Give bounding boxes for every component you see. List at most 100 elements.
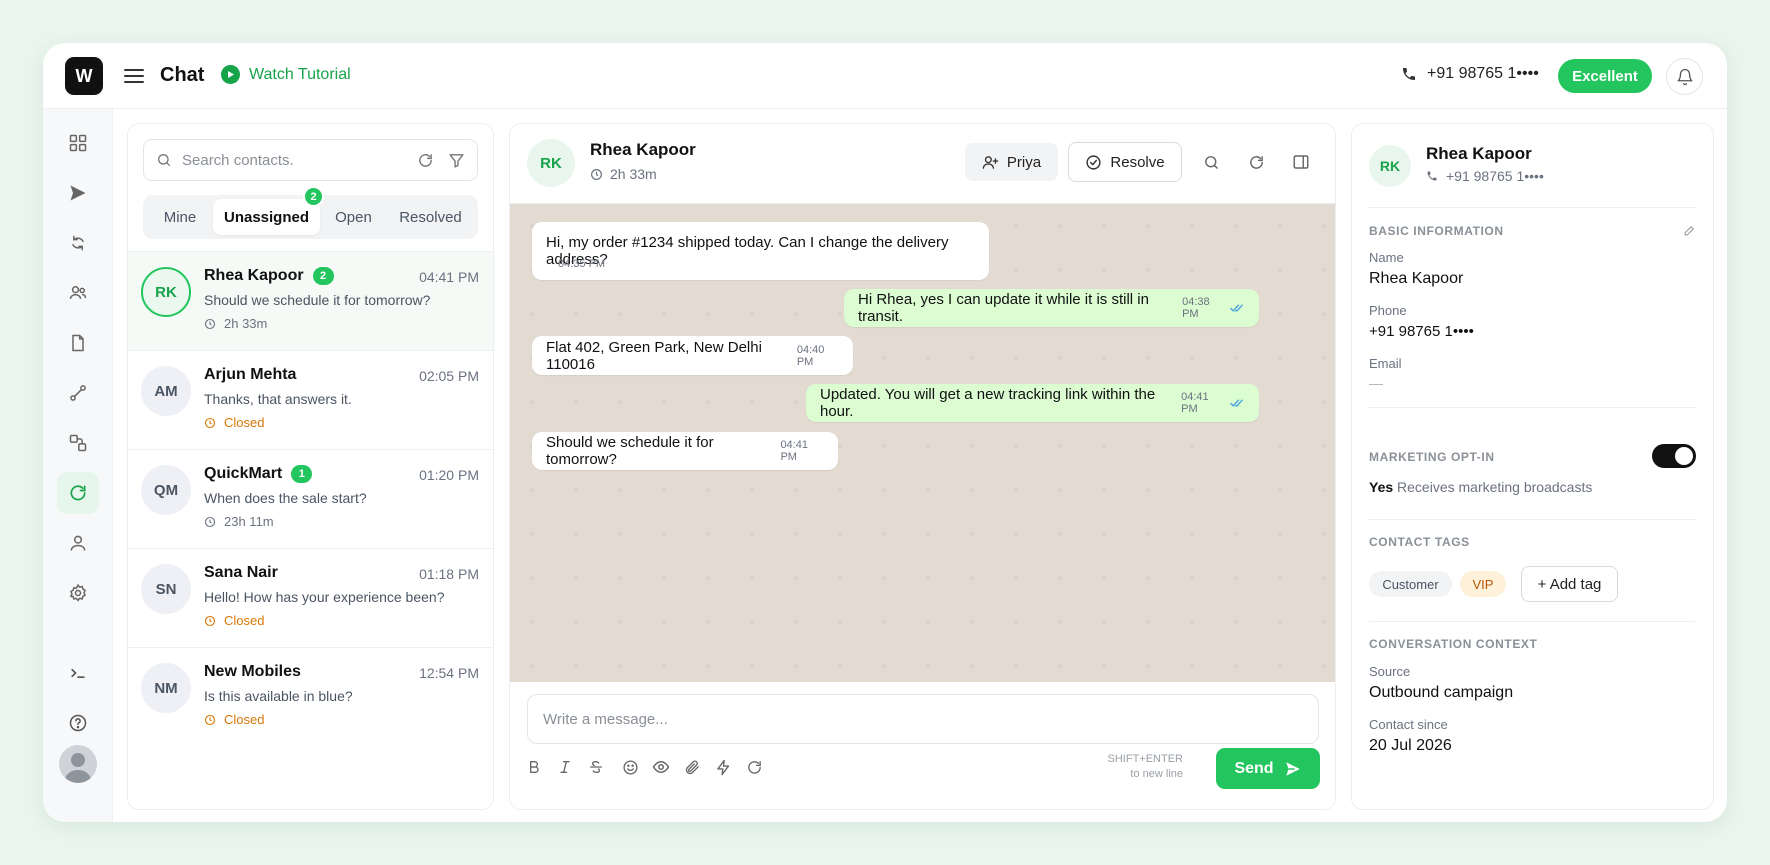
rail-terminal[interactable] [57,652,99,694]
incoming-message: Hi, my order #1234 shipped today. Can I … [532,222,989,280]
message-thread: Hi, my order #1234 shipped today. Can I … [510,204,1335,682]
rail-profile[interactable] [57,522,99,564]
conversation-item[interactable]: RK Rhea Kapoor 2 04:41 PM Should we sched… [128,251,493,350]
chat-refresh-icon[interactable] [1245,151,1267,173]
gear-icon [68,583,88,603]
clock-icon [204,615,216,627]
rail-automation[interactable] [57,222,99,264]
notifications-button[interactable] [1666,58,1703,95]
rail-integrations[interactable] [57,422,99,464]
rail-broadcast[interactable] [57,172,99,214]
contact-name-text: Sana Nair [204,564,278,581]
grid-icon [68,133,88,153]
chat-duration: 2h 33m [590,166,657,182]
emoji-icon[interactable] [619,756,641,778]
refresh-icon[interactable] [417,152,434,169]
send-icon [1284,760,1302,778]
sidebar-toggle-icon[interactable] [1290,151,1312,173]
conversation-item[interactable]: AM Arjun Mehta 02:05 PM Thanks, that ans… [128,350,493,449]
divider [1369,407,1695,408]
clock-icon [204,714,216,726]
message-preview: Should we schedule it for tomorrow? [204,292,431,308]
user-plus-icon [982,154,999,171]
message-text: Flat 402, Green Park, New Delhi 110016 [546,338,762,373]
refresh-chat-icon [68,483,88,503]
contact-name-text: QuickMart [204,465,283,482]
info-contact-name: Rhea Kapoor [1426,144,1532,163]
terminal-icon [68,663,88,683]
wait-duration: 2h 33m [224,316,268,331]
lightning-icon[interactable] [712,756,734,778]
send-button[interactable]: Send [1216,748,1320,789]
tab-mine[interactable]: Mine [147,199,213,235]
message-text: Updated. You will get a new tracking lin… [820,386,1156,420]
chat-search-icon[interactable] [1200,151,1222,173]
unread-badge: 1 [291,465,313,483]
conversation-item[interactable]: NM New Mobiles 12:54 PM Is this availabl… [128,647,493,746]
contact-since-value: 20 Jul 2026 [1369,737,1452,754]
search-box [143,139,478,181]
edit-pencil-icon[interactable] [1683,224,1696,237]
tab-resolved[interactable]: Resolved [387,199,474,235]
message-input[interactable] [527,694,1319,744]
eye-icon[interactable] [650,756,672,778]
conversation-meta: 23h 11m [204,514,274,529]
chat-contact-avatar: RK [527,139,575,187]
contact-tags-title: CONTACT TAGS [1369,535,1470,549]
phone-icon [1401,66,1417,82]
contact-name: Rhea Kapoor 2 [204,267,334,285]
conversation-time: 01:20 PM [419,467,479,483]
business-phone: +91 98765 1•••• [1401,65,1539,83]
message-time: 04:41 PM [1181,391,1209,415]
add-tag-button[interactable]: + Add tag [1521,566,1618,602]
attachment-icon[interactable] [681,756,703,778]
user-icon [68,533,88,553]
rail-chat[interactable] [57,472,99,514]
marketing-optin-toggle[interactable] [1652,444,1696,468]
resolve-button[interactable]: Resolve [1068,142,1182,182]
contact-avatar: SN [141,564,191,614]
tab-open[interactable]: Open [320,199,387,235]
rail-flows[interactable] [57,372,99,414]
message-text: Hi Rhea, yes I can update it while it is… [858,291,1149,325]
rail-help[interactable] [57,702,99,744]
hamburger-menu-icon[interactable] [121,63,147,89]
filter-icon[interactable] [448,152,465,169]
tag-vip[interactable]: VIP [1460,571,1506,597]
search-input[interactable] [182,151,417,169]
business-phone-number: +91 98765 1•••• [1427,65,1539,82]
italic-icon[interactable] [554,756,576,778]
sync-icon [68,233,88,253]
conversation-item[interactable]: QM QuickMart 1 01:20 PM When does the sal… [128,449,493,548]
read-receipt-icon [1230,303,1245,313]
refresh-icon[interactable] [743,756,765,778]
conversation-tabs: Mine Unassigned 2 Open Resolved [143,186,478,239]
tab-unassigned[interactable]: Unassigned 2 [213,186,324,235]
rail-settings[interactable] [57,572,99,614]
outgoing-message: Hi Rhea, yes I can update it while it is… [844,289,1259,327]
bold-icon[interactable] [523,756,545,778]
search-icon [156,152,172,168]
unread-badge: 2 [312,267,334,285]
send-hint-line2: to new line [1130,768,1183,780]
check-circle-icon [1085,154,1102,171]
user-avatar[interactable] [59,745,97,783]
contact-name-text: Rhea Kapoor [204,267,304,284]
rail-dashboard[interactable] [57,122,99,164]
conversation-item[interactable]: SN Sana Nair 01:18 PM Hello! How has you… [128,548,493,647]
outgoing-message: Updated. You will get a new tracking lin… [806,384,1259,422]
app-logo[interactable]: W [65,57,103,95]
divider [1369,519,1695,520]
name-label: Name [1369,250,1404,265]
conversation-meta: Closed [204,415,264,430]
assign-agent-button[interactable]: Priya [965,143,1058,181]
message-time: 04:40 PM [796,343,825,368]
watch-tutorial-link[interactable]: Watch Tutorial [221,65,351,84]
strikethrough-icon[interactable] [585,756,607,778]
flow-icon [68,383,88,403]
rail-contacts[interactable] [57,272,99,314]
tag-customer[interactable]: Customer [1369,571,1452,597]
rail-templates[interactable] [57,322,99,364]
document-icon [68,333,88,353]
quality-status-badge[interactable]: Excellent [1558,59,1652,93]
